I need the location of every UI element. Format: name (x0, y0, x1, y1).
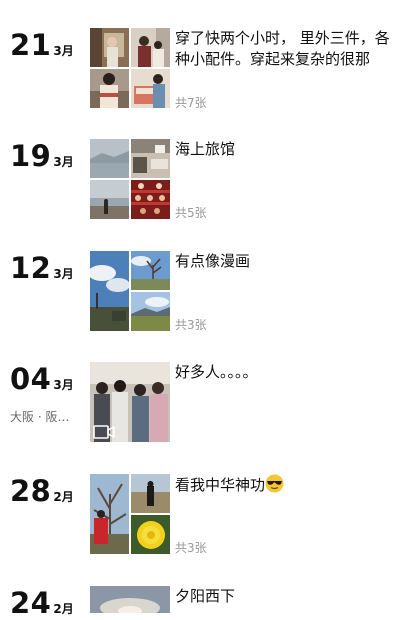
post-month: 3月 (53, 44, 74, 58)
post-text: 海上旅馆 (175, 140, 236, 158)
post-day: 28 (10, 474, 52, 508)
video-thumbnail[interactable] (90, 362, 170, 442)
woman-kimono-photo (90, 69, 129, 108)
kimono-box-photo (131, 69, 170, 108)
post-month: 3月 (53, 378, 74, 392)
post-text-content: 看我中华神功 (175, 476, 266, 494)
post-month: 3月 (53, 267, 74, 281)
post-date: 04 3月 (10, 362, 74, 396)
photo-grid[interactable] (90, 28, 170, 108)
post-text: 好多人。。。。 (175, 363, 258, 381)
cloudy-sky-photo (90, 251, 129, 331)
person-field-photo (131, 474, 170, 513)
photo-grid[interactable] (90, 251, 170, 331)
photo-count: 共3张 (175, 541, 207, 555)
photo-grid[interactable] (90, 139, 170, 219)
post-month: 2月 (53, 490, 74, 504)
post-date: 19 3月 (10, 139, 74, 173)
post-day: 19 (10, 139, 52, 173)
post-location: 大阪 · 阪… (10, 410, 70, 424)
photo-grid[interactable] (90, 474, 170, 554)
bare-tree-photo (131, 251, 170, 290)
woman-room-photo (90, 28, 129, 67)
hina-dolls-photo (131, 180, 170, 219)
post-text: 看我中华神功 (175, 474, 397, 496)
post-month: 2月 (53, 602, 74, 616)
post-day: 12 (10, 251, 52, 285)
people-indoor-photo (131, 28, 170, 67)
post-day: 04 (10, 362, 52, 396)
yellow-flower-photo (131, 515, 170, 554)
post-day: 21 (10, 28, 52, 62)
post-text: 穿了快两个小时， 里外三件，各种小配件。穿起来复杂的很那 (175, 29, 390, 68)
photo-count: 共3张 (175, 318, 207, 332)
post-text: 夕阳西下 (175, 587, 236, 605)
post-date: 28 2月 (10, 474, 74, 508)
photo-grid[interactable] (90, 586, 170, 613)
post-text: 有点像漫画 (175, 252, 251, 270)
post-month: 3月 (53, 155, 74, 169)
cool-sunglasses-emoji-icon (265, 474, 284, 493)
photo-count: 共5张 (175, 206, 207, 220)
beach-walker-photo (90, 180, 129, 219)
post-date: 21 3月 (10, 28, 74, 62)
post-day: 24 (10, 586, 52, 620)
hotel-room-photo (131, 139, 170, 178)
misty-sea-photo (90, 139, 129, 178)
sunset-sky-photo (90, 586, 170, 613)
video-icon (93, 425, 115, 439)
red-jacket-tree-photo (90, 474, 129, 554)
post-date: 12 3月 (10, 251, 74, 285)
field-photo (131, 292, 170, 331)
photo-count: 共7张 (175, 96, 207, 110)
post-date: 24 2月 (10, 586, 74, 620)
